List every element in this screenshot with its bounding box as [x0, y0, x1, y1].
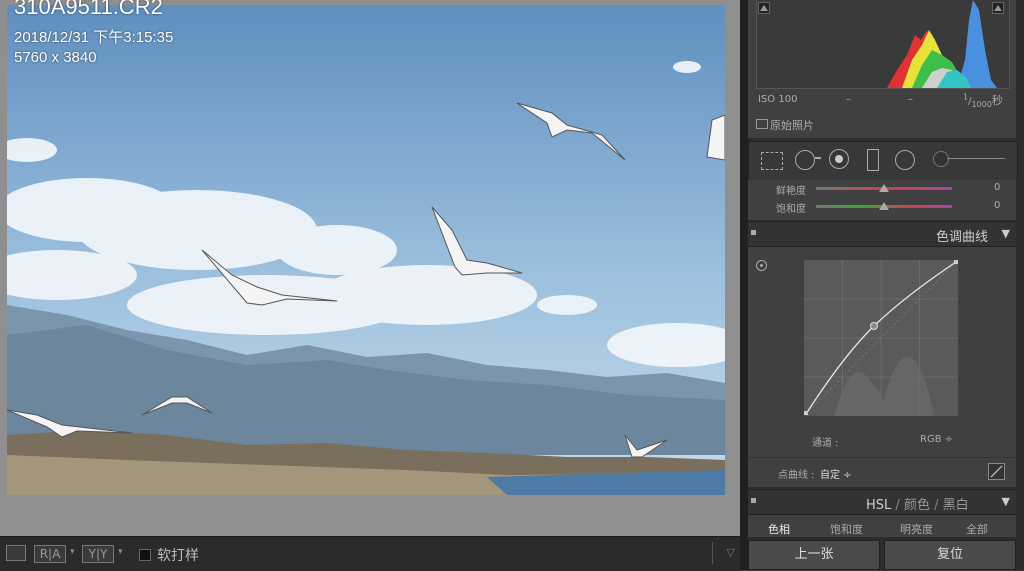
- radial-filter-icon[interactable]: [895, 150, 915, 170]
- brush-slider[interactable]: [947, 158, 1005, 159]
- shutter-speed-value: 1/1000秒: [963, 92, 1003, 109]
- saturation-value: 0: [994, 200, 1001, 211]
- crop-tool-icon[interactable]: [761, 152, 783, 170]
- vibrance-thumb[interactable]: [879, 184, 889, 192]
- panel-toggle-icon[interactable]: [751, 498, 756, 503]
- histogram-graph: [756, 0, 1010, 89]
- tab-all[interactable]: 全部: [966, 521, 988, 537]
- chevron-down-icon[interactable]: ▾: [118, 547, 123, 557]
- original-photo-label: 原始照片: [770, 119, 814, 132]
- tone-curve-header[interactable]: 色调曲线 ▼: [748, 221, 1016, 247]
- photo-dimensions: 5760 x 3840: [14, 49, 97, 66]
- photo-filename: 310A9511.CR2: [14, 0, 163, 19]
- photo-datetime: 2018/12/31 下午3:15:35: [14, 29, 174, 46]
- basic-panel: 鲜艳度 0 饱和度 0: [748, 180, 1016, 220]
- shadow-clipping-toggle[interactable]: [758, 2, 770, 14]
- tone-curve-panel: 通道 : RGB ÷ 点曲线 : 自定 ÷: [748, 247, 1016, 487]
- saturation-thumb[interactable]: [879, 202, 889, 210]
- before-after-button[interactable]: R|A: [34, 545, 66, 563]
- hsl-header[interactable]: HSL / 颜色 / 黑白 ▼: [748, 489, 1016, 515]
- tab-saturation[interactable]: 饱和度: [830, 521, 863, 537]
- panel-divider[interactable]: [740, 0, 748, 570]
- graduated-filter-icon[interactable]: [867, 149, 879, 171]
- hsl-tab-title[interactable]: HSL: [866, 498, 891, 513]
- tool-strip: [748, 141, 1018, 181]
- aperture-value: –: [908, 94, 913, 105]
- bw-tab-title[interactable]: 黑白: [943, 498, 969, 513]
- toolbar-menu-icon[interactable]: ▽: [712, 542, 735, 564]
- point-curve-label: 点曲线 :: [778, 470, 815, 481]
- chevron-down-icon[interactable]: ▾: [70, 547, 75, 557]
- tone-curve-title: 色调曲线: [935, 230, 988, 245]
- previous-button[interactable]: 上一张: [748, 540, 880, 570]
- reset-button[interactable]: 复位: [884, 540, 1016, 570]
- before-after-split-button[interactable]: Y|Y: [82, 545, 114, 563]
- channel-label: 通道 :: [812, 438, 839, 449]
- iso-value: ISO 100: [758, 94, 798, 105]
- bottom-toolbar: R|A ▾ Y|Y ▾ 软打样 ▽: [0, 536, 740, 571]
- saturation-label: 饱和度: [776, 204, 806, 215]
- brush-icon[interactable]: [933, 151, 949, 167]
- focal-length-value: –: [846, 94, 851, 105]
- separator: /: [934, 498, 939, 513]
- point-curve-select[interactable]: 自定 ÷: [820, 466, 852, 481]
- color-tab-title[interactable]: 颜色: [904, 498, 930, 513]
- target-adjust-icon[interactable]: [756, 260, 767, 271]
- red-eye-icon[interactable]: [829, 149, 849, 169]
- histogram-panel: ISO 100 – – 1/1000秒 原始照片: [748, 0, 1016, 138]
- spot-removal-icon[interactable]: [795, 150, 815, 170]
- divider: [748, 457, 1016, 458]
- edit-point-curve-icon[interactable]: [988, 463, 1005, 480]
- soft-proof-checkbox[interactable]: [139, 549, 151, 561]
- panel-toggle-icon[interactable]: [751, 230, 756, 235]
- hsl-tabs: 色相 饱和度 明亮度 全部: [748, 515, 1016, 537]
- collapse-triangle-icon[interactable]: ▼: [1002, 227, 1010, 240]
- tone-curve-graph[interactable]: [804, 260, 958, 416]
- hsl-title[interactable]: HSL / 颜色 / 黑白: [866, 494, 969, 513]
- collapse-triangle-icon[interactable]: ▼: [1002, 495, 1010, 508]
- channel-select[interactable]: RGB ÷: [920, 434, 953, 445]
- tab-hue[interactable]: 色相: [768, 521, 790, 537]
- vibrance-label: 鲜艳度: [776, 186, 806, 197]
- tab-luminance[interactable]: 明亮度: [900, 521, 933, 537]
- soft-proof-label: 软打样: [157, 548, 199, 564]
- vibrance-value[interactable]: 0: [994, 182, 1000, 193]
- loupe-view-icon[interactable]: [6, 545, 26, 561]
- photo-image[interactable]: [7, 5, 725, 495]
- spot-removal-arrow: [815, 157, 821, 159]
- separator: /: [895, 498, 900, 513]
- original-photo-checkbox[interactable]: [756, 119, 768, 129]
- highlight-clipping-toggle[interactable]: [992, 2, 1004, 14]
